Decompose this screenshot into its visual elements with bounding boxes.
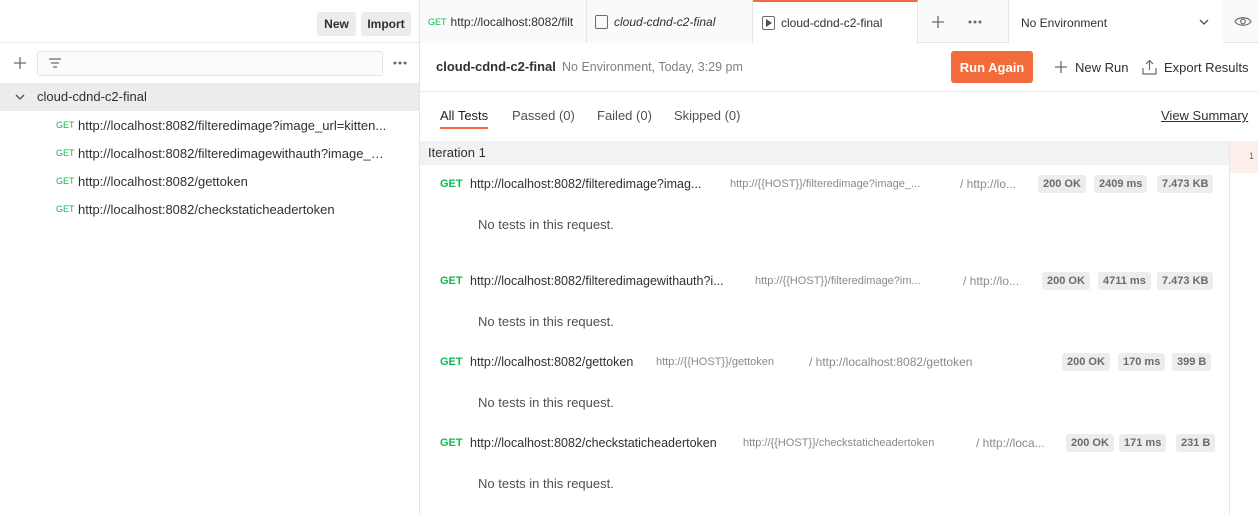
method-label: GET [56,176,75,186]
plus-icon[interactable] [13,56,27,70]
status-badge: 200 OK [1042,272,1090,290]
result-path: / http://localhost:8082/gettoken [809,355,973,369]
collection-name: cloud-cdnd-c2-final [37,89,147,104]
iteration-header: Iteration 1 [420,141,1229,165]
result-row[interactable]: GET http://localhost:8082/gettoken http:… [420,348,1229,376]
request-url: http://localhost:8082/filteredimage?imag… [78,117,387,133]
run-title: cloud-cdnd-c2-final [436,59,556,74]
result-row[interactable]: GET http://localhost:8082/filteredimage?… [420,170,1229,198]
method-label: GET [56,148,75,158]
status-badge: 200 OK [1066,434,1114,452]
method-label: GET [440,356,463,368]
tab-skipped[interactable]: Skipped (0) [674,108,740,123]
plus-icon [1055,61,1067,73]
time-badge: 171 ms [1119,434,1167,452]
tab-request[interactable]: GET http://localhost:8082/filt [420,0,587,43]
run-icon [762,16,775,30]
run-header: cloud-cdnd-c2-final No Environment, Toda… [420,44,1258,92]
view-summary-link[interactable]: View Summary [1161,108,1248,123]
request-url: http://localhost:8082/filteredimagewitha… [78,145,388,161]
tab-label: http://localhost:8082/filt [450,14,574,29]
filter-input[interactable] [37,51,383,76]
no-tests-message: No tests in this request. [478,476,614,491]
time-badge: 4711 ms [1098,272,1151,290]
result-url: http://localhost:8082/gettoken [470,355,634,369]
tab-failed[interactable]: Failed (0) [597,108,652,123]
time-badge: 2409 ms [1094,175,1148,193]
tab-runner[interactable]: cloud-cdnd-c2-final [753,0,918,44]
request-item[interactable]: GET http://localhost:8082/filteredimage?… [0,111,419,139]
filter-icon [49,58,61,68]
more-options-icon[interactable] [393,60,407,66]
method-label: GET [440,275,463,287]
active-tab-indicator [440,127,488,129]
export-icon [1142,59,1157,75]
iteration-number: 1 [1249,151,1255,161]
tab-label: cloud-cdnd-c2-final [614,14,716,29]
iteration-marker[interactable]: 1 [1230,141,1258,173]
method-label: GET [56,120,75,130]
time-badge: 170 ms [1118,353,1166,371]
result-row[interactable]: GET http://localhost:8082/filteredimagew… [420,267,1229,295]
more-tabs-icon[interactable] [968,19,982,25]
collection-item[interactable]: cloud-cdnd-c2-final [0,83,419,111]
result-template: http://{{HOST}}/gettoken [656,356,775,368]
export-results-label: Export Results [1164,59,1249,75]
export-results-button[interactable]: Export Results [1142,57,1249,77]
result-path: / http://lo... [960,177,1017,191]
status-badge: 200 OK [1038,175,1086,193]
eye-icon[interactable] [1234,15,1252,28]
method-label: GET [56,204,75,214]
request-url: http://localhost:8082/gettoken [78,173,248,189]
result-row[interactable]: GET http://localhost:8082/checkstatichea… [420,429,1229,457]
result-url: http://localhost:8082/checkstaticheadert… [470,436,717,450]
tab-passed[interactable]: Passed (0) [512,108,575,123]
method-label: GET [440,178,463,190]
import-button[interactable]: Import [361,12,411,36]
new-tab-icon[interactable] [931,15,945,29]
status-badge: 200 OK [1062,353,1110,371]
iteration-rail [1229,141,1258,514]
request-url: http://localhost:8082/checkstaticheadert… [78,201,335,217]
result-url: http://localhost:8082/filteredimage?imag… [470,177,702,191]
request-item[interactable]: GET http://localhost:8082/filteredimagew… [0,139,419,167]
run-again-button[interactable]: Run Again [951,51,1033,83]
tab-all-tests[interactable]: All Tests [440,108,488,123]
result-template: http://{{HOST}}/filteredimage?image_... [730,178,921,190]
size-badge: 399 B [1172,353,1212,371]
tab-collection[interactable]: cloud-cdnd-c2-final [587,0,753,43]
result-path: / http://loca... [976,436,1045,450]
sidebar-header: New Import [0,0,419,43]
result-path: / http://lo... [963,274,1020,288]
no-tests-message: No tests in this request. [478,217,614,232]
result-template: http://{{HOST}}/filteredimage?im... [755,275,921,287]
size-badge: 7.473 KB [1157,175,1214,193]
size-badge: 231 B [1176,434,1216,452]
sidebar-search-row [0,44,419,82]
new-button[interactable]: New [317,12,356,36]
no-tests-message: No tests in this request. [478,395,614,410]
tab-method: GET [428,16,447,27]
result-template: http://{{HOST}}/checkstaticheadertoken [743,437,935,449]
tab-bar: GET http://localhost:8082/filt cloud-cdn… [420,0,1258,44]
collection-icon [595,14,608,29]
result-url: http://localhost:8082/filteredimagewitha… [470,274,724,288]
tab-label: cloud-cdnd-c2-final [781,16,883,30]
method-label: GET [440,437,463,449]
run-meta: No Environment, Today, 3:29 pm [562,60,743,74]
environment-label: No Environment [1021,16,1108,30]
chevron-down-icon[interactable] [15,93,25,101]
chevron-down-icon [1199,19,1209,25]
no-tests-message: No tests in this request. [478,314,614,329]
new-run-button[interactable]: New Run [1054,57,1128,77]
request-item[interactable]: GET http://localhost:8082/checkstatichea… [0,195,419,223]
new-run-label: New Run [1075,59,1129,75]
environment-select[interactable]: No Environment [1008,0,1223,43]
request-item[interactable]: GET http://localhost:8082/gettoken [0,167,419,195]
size-badge: 7.473 KB [1157,272,1214,290]
